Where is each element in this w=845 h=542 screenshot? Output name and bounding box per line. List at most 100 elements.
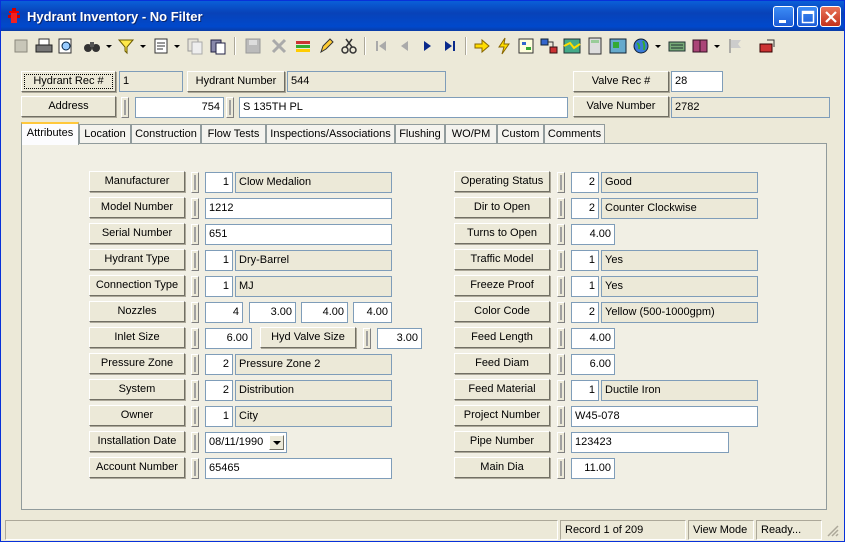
tab-flow-tests[interactable]: Flow Tests <box>201 124 266 144</box>
feed-diam-field[interactable]: 6.00 <box>571 354 615 375</box>
freeze-proof-button[interactable]: Freeze Proof <box>454 275 550 296</box>
connection-type-button[interactable]: Connection Type <box>89 275 185 296</box>
pressure-zone-grip[interactable] <box>191 354 199 375</box>
valve-rec-field[interactable]: 28 <box>671 71 723 92</box>
nozzle-count-field[interactable]: 4 <box>205 302 243 323</box>
street-lookup-grip[interactable] <box>226 97 234 118</box>
model-number-button[interactable]: Model Number <box>89 197 185 218</box>
preview-icon[interactable] <box>56 36 76 56</box>
manufacturer-grip[interactable] <box>191 172 199 193</box>
project-number-grip[interactable] <box>557 406 565 427</box>
main-dia-button[interactable]: Main Dia <box>454 457 550 478</box>
copy-icon[interactable] <box>185 36 205 56</box>
hyd-valve-size-grip[interactable] <box>363 328 371 349</box>
report-dropdown-icon[interactable] <box>174 45 180 48</box>
feed-diam-grip[interactable] <box>557 354 565 375</box>
installation-date-picker[interactable]: 08/11/1990 <box>205 432 287 453</box>
book-icon[interactable] <box>690 36 710 56</box>
nozzle-size-2-field[interactable]: 4.00 <box>301 302 348 323</box>
tab-location[interactable]: Location <box>79 124 131 144</box>
operating-status-code[interactable]: 2 <box>571 172 599 193</box>
lightning-icon[interactable] <box>494 36 514 56</box>
feed-length-field[interactable]: 4.00 <box>571 328 615 349</box>
hydrant-rec-button[interactable]: Hydrant Rec # <box>21 71 116 92</box>
gis-icon[interactable] <box>608 36 628 56</box>
globe-icon[interactable] <box>631 36 651 56</box>
filter-icon[interactable] <box>116 36 136 56</box>
globe-dropdown-icon[interactable] <box>655 45 661 48</box>
account-number-field[interactable]: 65465 <box>205 458 392 479</box>
save-icon[interactable] <box>243 36 263 56</box>
feed-material-grip[interactable] <box>557 380 565 401</box>
dir-to-open-button[interactable]: Dir to Open <box>454 197 550 218</box>
nozzle-size-1-field[interactable]: 3.00 <box>249 302 296 323</box>
tab-flushing[interactable]: Flushing <box>395 124 445 144</box>
system-button[interactable]: System <box>89 379 185 400</box>
serial-number-field[interactable]: 651 <box>205 224 392 245</box>
binoculars-icon[interactable] <box>82 36 102 56</box>
nozzle-size-3-field[interactable]: 4.00 <box>353 302 392 323</box>
tab-attributes[interactable]: Attributes <box>21 122 79 145</box>
binoculars-dropdown-icon[interactable] <box>106 45 112 48</box>
color-code-code[interactable]: 2 <box>571 302 599 323</box>
goto-icon[interactable] <box>472 36 492 56</box>
address-lookup-grip[interactable] <box>121 97 129 118</box>
traffic-model-button[interactable]: Traffic Model <box>454 249 550 270</box>
main-dia-field[interactable]: 11.00 <box>571 458 615 479</box>
dir-to-open-grip[interactable] <box>557 198 565 219</box>
delete-icon[interactable] <box>269 36 289 56</box>
color-code-grip[interactable] <box>557 302 565 323</box>
traffic-model-grip[interactable] <box>557 250 565 271</box>
paste-icon[interactable] <box>208 36 228 56</box>
feed-material-code[interactable]: 1 <box>571 380 599 401</box>
minimize-button[interactable] <box>773 6 794 27</box>
operating-status-grip[interactable] <box>557 172 565 193</box>
owner-grip[interactable] <box>191 406 199 427</box>
print-icon[interactable] <box>34 36 54 56</box>
manufacturer-code[interactable]: 1 <box>205 172 233 193</box>
hyd-valve-size-field[interactable]: 3.00 <box>377 328 422 349</box>
connection-type-code[interactable]: 1 <box>205 276 233 297</box>
map-icon[interactable] <box>562 36 582 56</box>
project-number-button[interactable]: Project Number <box>454 405 550 426</box>
close-button[interactable] <box>820 6 841 27</box>
address-button[interactable]: Address <box>21 96 116 117</box>
model-number-grip[interactable] <box>191 198 199 219</box>
valve-rec-button[interactable]: Valve Rec # <box>573 71 669 92</box>
title-bar[interactable]: Hydrant Inventory - No Filter <box>1 1 844 31</box>
freeze-proof-code[interactable]: 1 <box>571 276 599 297</box>
model-number-field[interactable]: 1212 <box>205 198 392 219</box>
feed-length-grip[interactable] <box>557 328 565 349</box>
hydrant-type-button[interactable]: Hydrant Type <box>89 249 185 270</box>
date-dropdown-icon[interactable] <box>269 435 284 450</box>
nozzles-button[interactable]: Nozzles <box>89 301 185 322</box>
pipe-number-grip[interactable] <box>557 432 565 453</box>
keyboard-icon[interactable] <box>667 36 687 56</box>
tab-wo-pm[interactable]: WO/PM <box>445 124 497 144</box>
hydrant-type-grip[interactable] <box>191 250 199 271</box>
tree-icon[interactable] <box>516 36 536 56</box>
feed-material-button[interactable]: Feed Material <box>454 379 550 400</box>
manufacturer-button[interactable]: Manufacturer <box>89 171 185 192</box>
valve-number-button[interactable]: Valve Number <box>573 96 669 117</box>
exit-icon[interactable] <box>757 36 777 56</box>
hydrant-number-button[interactable]: Hydrant Number <box>187 71 285 92</box>
main-dia-grip[interactable] <box>557 458 565 479</box>
pressure-zone-button[interactable]: Pressure Zone <box>89 353 185 374</box>
resize-grip-icon[interactable] <box>826 524 839 537</box>
pressure-zone-code[interactable]: 2 <box>205 354 233 375</box>
project-number-field[interactable]: W45-078 <box>571 406 758 427</box>
owner-code[interactable]: 1 <box>205 406 233 427</box>
dir-to-open-code[interactable]: 2 <box>571 198 599 219</box>
turns-to-open-grip[interactable] <box>557 224 565 245</box>
installation-date-button[interactable]: Installation Date <box>89 431 185 452</box>
feed-diam-button[interactable]: Feed Diam <box>454 353 550 374</box>
system-code[interactable]: 2 <box>205 380 233 401</box>
installation-date-grip[interactable] <box>191 432 199 453</box>
account-number-grip[interactable] <box>191 458 199 479</box>
last-record-icon[interactable] <box>440 36 460 56</box>
report-icon[interactable] <box>151 36 171 56</box>
next-record-icon[interactable] <box>417 36 437 56</box>
new-icon[interactable] <box>11 36 31 56</box>
first-record-icon[interactable] <box>371 36 391 56</box>
